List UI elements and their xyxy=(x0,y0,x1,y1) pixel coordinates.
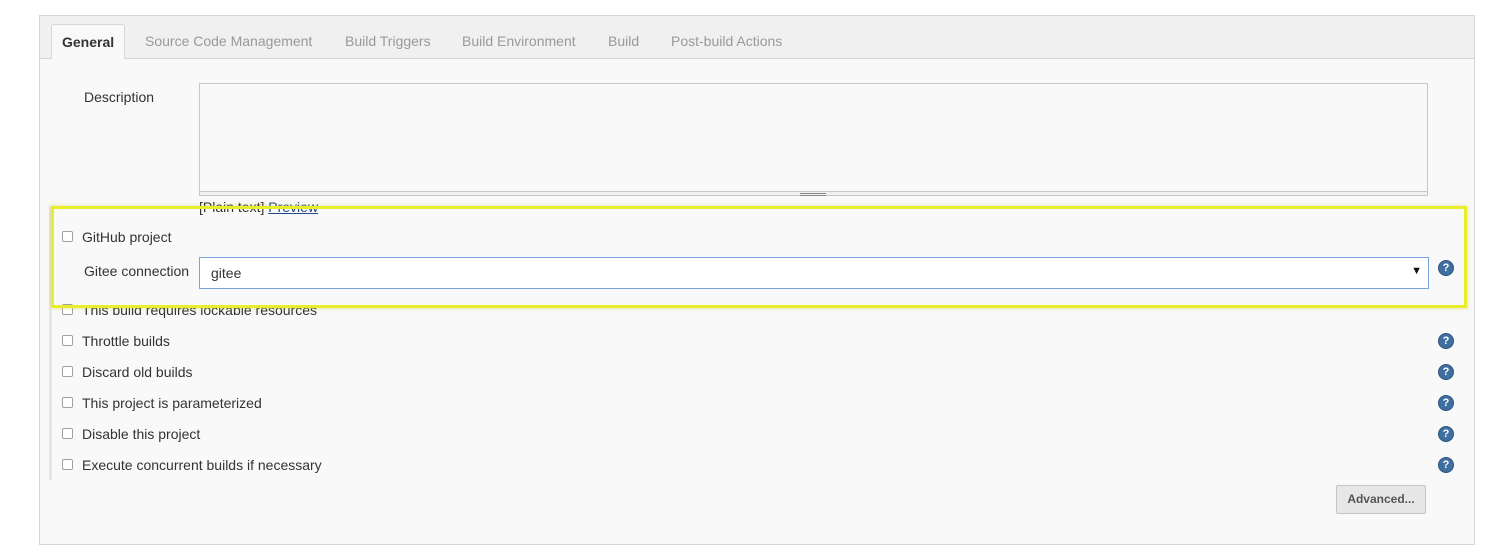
throttle-builds-checkbox[interactable] xyxy=(62,335,73,346)
advanced-button[interactable]: Advanced... xyxy=(1336,485,1426,514)
parameterized-label: This project is parameterized xyxy=(82,395,262,411)
plain-text-label: [Plain text] xyxy=(199,199,265,215)
concurrent-builds-checkbox[interactable] xyxy=(62,459,73,470)
config-tab-bar: General Source Code Management Build Tri… xyxy=(40,16,1474,59)
help-icon[interactable]: ? xyxy=(1438,364,1454,380)
help-icon[interactable]: ? xyxy=(1438,395,1454,411)
help-icon[interactable]: ? xyxy=(1438,260,1454,276)
gitee-connection-value: gitee xyxy=(211,265,242,281)
tab-build-environment[interactable]: Build Environment xyxy=(462,24,576,58)
discard-old-builds-checkbox[interactable] xyxy=(62,366,73,377)
description-resize-handle[interactable] xyxy=(199,191,1428,196)
dropdown-arrow-icon: ▼ xyxy=(1411,265,1422,277)
description-textarea[interactable] xyxy=(199,83,1428,192)
concurrent-builds-label: Execute concurrent builds if necessary xyxy=(82,457,322,473)
grip-icon xyxy=(800,193,826,196)
help-icon[interactable]: ? xyxy=(1438,333,1454,349)
gitee-connection-select[interactable]: gitee ▼ xyxy=(199,257,1429,289)
throttle-builds-label: Throttle builds xyxy=(82,333,170,349)
help-icon[interactable]: ? xyxy=(1438,426,1454,442)
parameterized-checkbox[interactable] xyxy=(62,397,73,408)
description-format-info: [Plain text] Preview xyxy=(199,199,318,215)
preview-link[interactable]: Preview xyxy=(268,199,318,215)
github-project-checkbox[interactable] xyxy=(62,231,73,242)
gitee-connection-label: Gitee connection xyxy=(84,263,190,279)
disable-project-label: Disable this project xyxy=(82,426,201,442)
tab-source-code-management[interactable]: Source Code Management xyxy=(145,24,312,58)
tab-build[interactable]: Build xyxy=(608,24,639,58)
tab-post-build-actions[interactable]: Post-build Actions xyxy=(671,24,782,58)
job-config-panel: General Source Code Management Build Tri… xyxy=(39,15,1475,545)
tab-build-triggers[interactable]: Build Triggers xyxy=(345,24,431,58)
description-label: Description xyxy=(84,89,155,105)
discard-old-builds-label: Discard old builds xyxy=(82,364,193,380)
github-project-label: GitHub project xyxy=(82,229,172,245)
lockable-resources-checkbox[interactable] xyxy=(62,304,73,315)
disable-project-checkbox[interactable] xyxy=(62,428,73,439)
lockable-resources-label: This build requires lockable resources xyxy=(82,302,317,318)
tab-general[interactable]: General xyxy=(51,24,126,59)
section-rail xyxy=(49,206,52,480)
help-icon[interactable]: ? xyxy=(1438,457,1454,473)
